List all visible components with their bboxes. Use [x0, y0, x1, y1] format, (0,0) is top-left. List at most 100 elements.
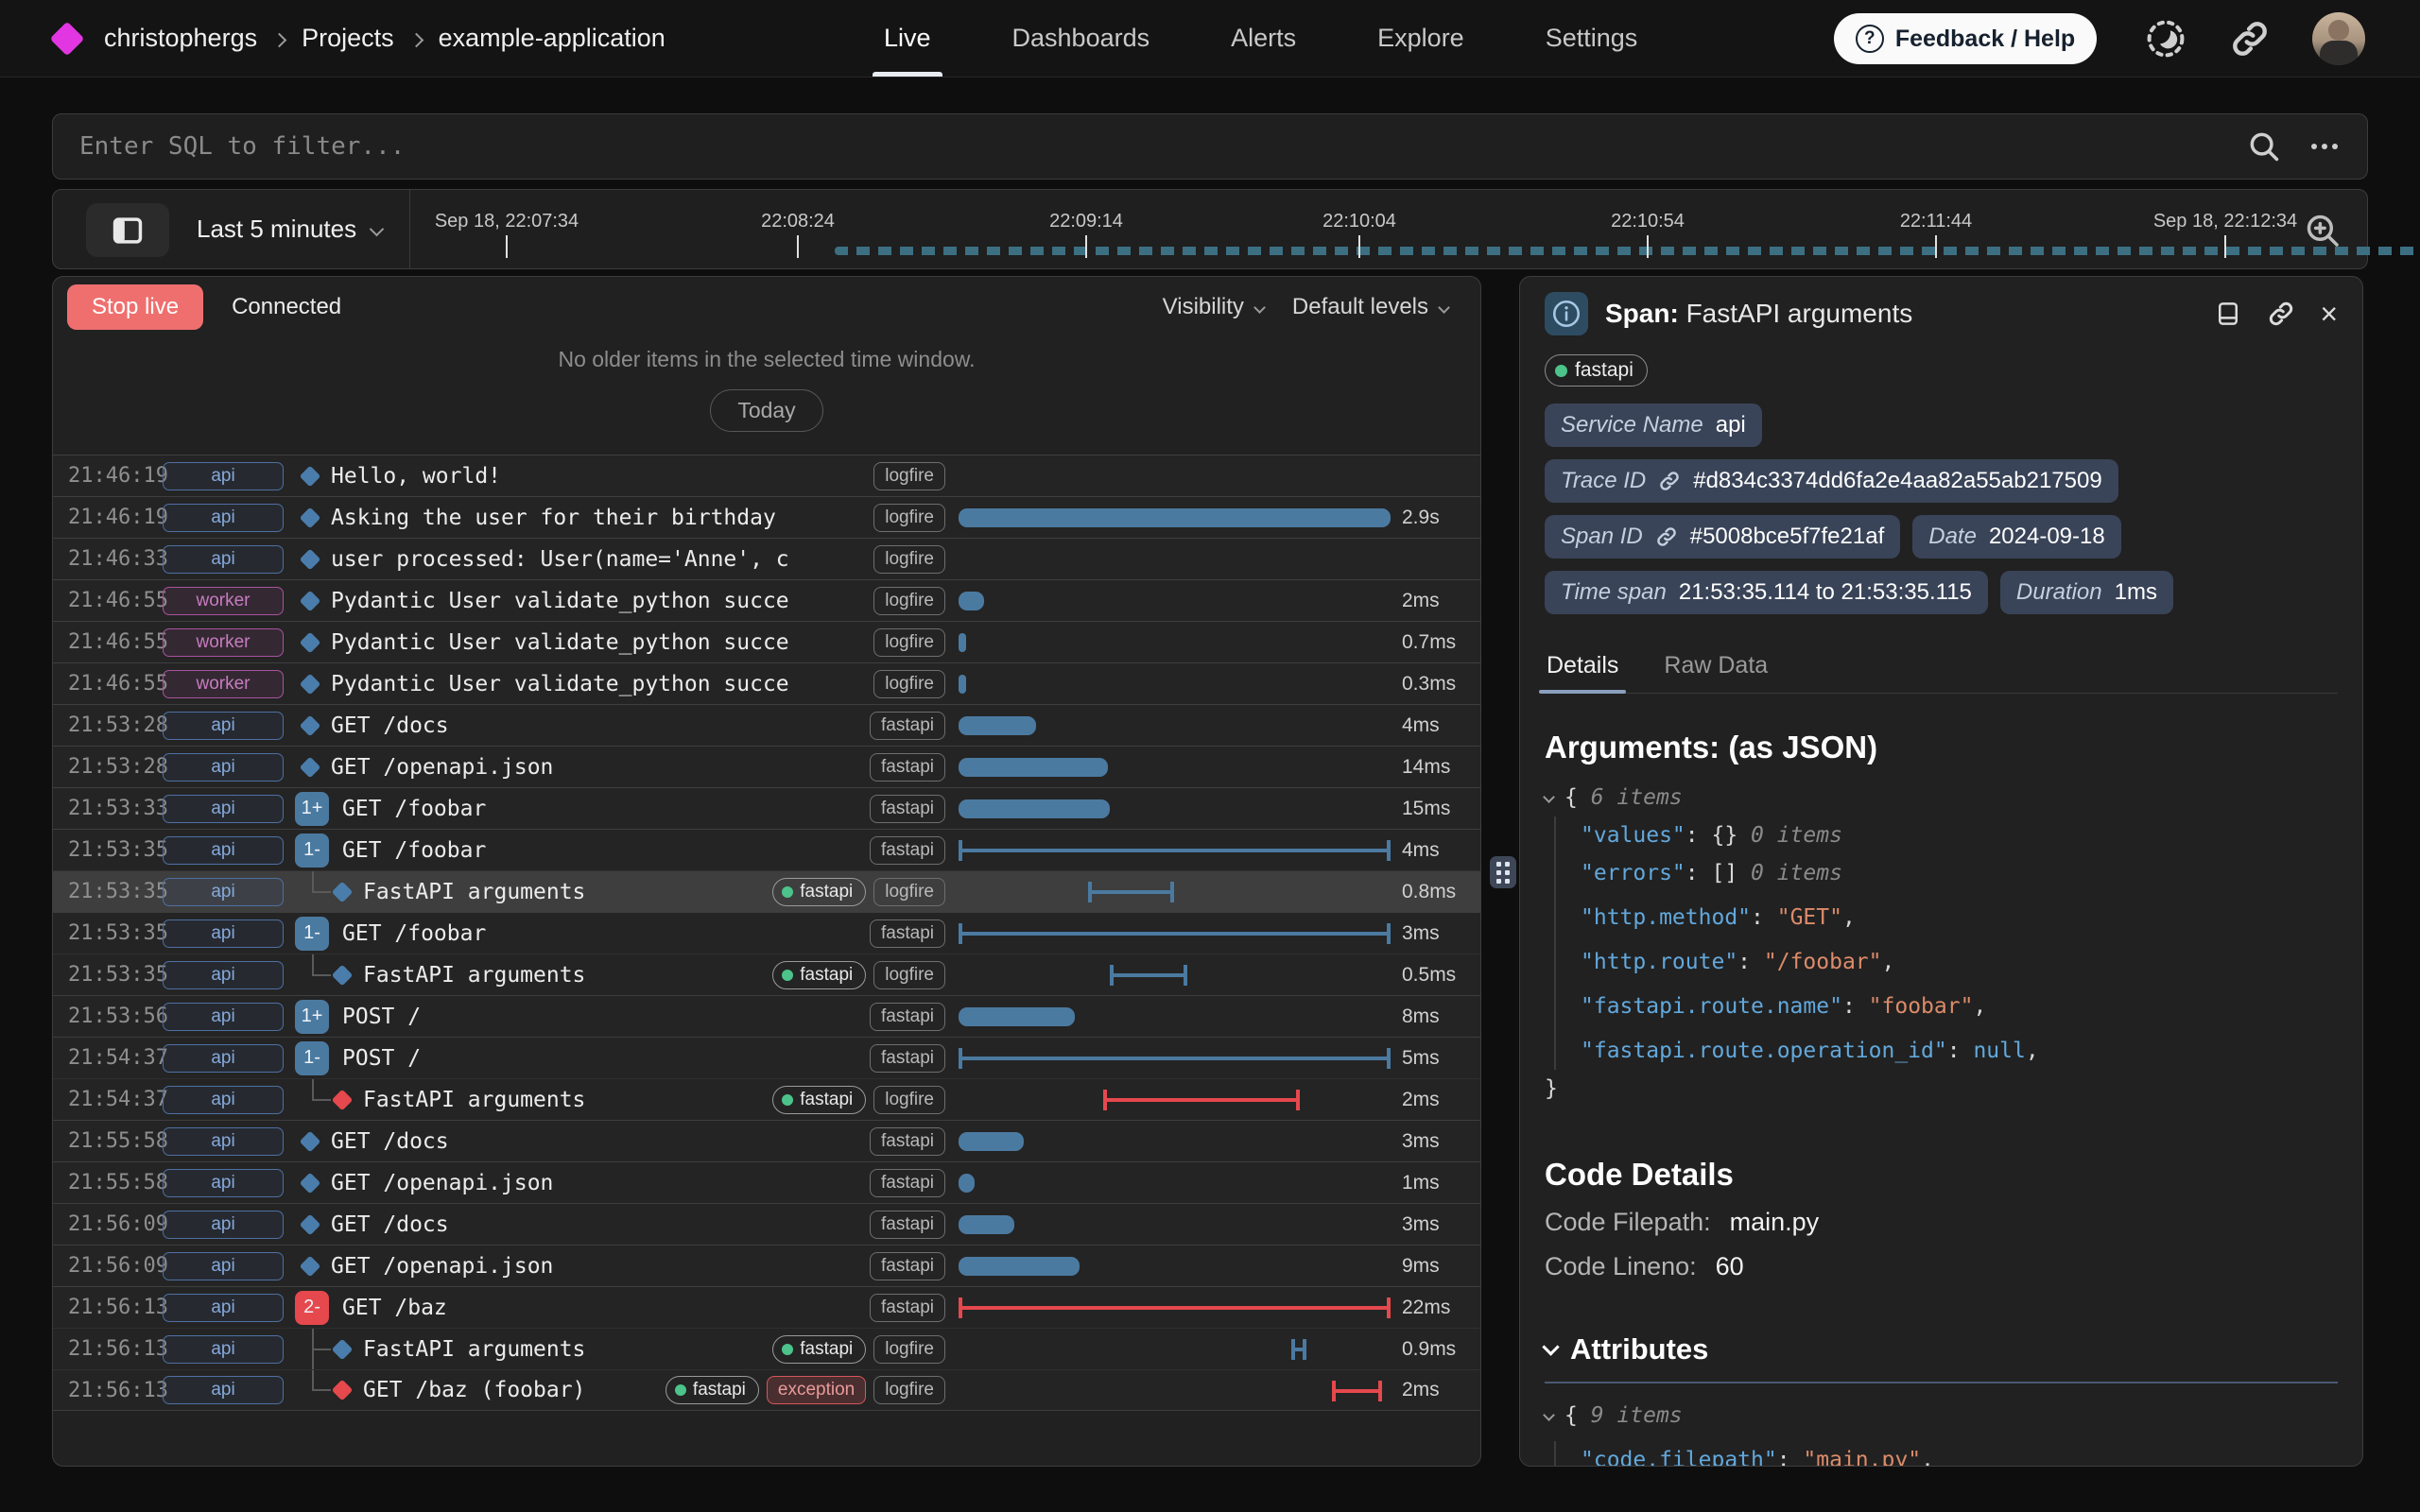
tag-badge-api[interactable]: api — [163, 1127, 284, 1156]
tag-badge-api[interactable]: api — [163, 795, 284, 823]
scope-badge-logfire[interactable]: logfire — [873, 628, 945, 657]
tag-badge-api[interactable]: api — [163, 1211, 284, 1239]
scope-badge-fastapi[interactable]: fastapi — [870, 753, 945, 782]
tab-live[interactable]: Live — [884, 0, 931, 77]
trace-row[interactable]: 21:56:13apiGET /baz (foobar)fastapiexcep… — [53, 1369, 1480, 1411]
expand-toggle[interactable]: 1- — [295, 833, 329, 868]
theme-toggle-icon[interactable] — [2145, 18, 2187, 60]
scope-badge-logfire[interactable]: logfire — [873, 878, 945, 906]
tag-badge-api[interactable]: api — [163, 1376, 284, 1404]
scope-badge-fastapi[interactable]: fastapi — [870, 1127, 945, 1156]
trace-row[interactable]: 21:56:09apiGET /docsfastapi3ms — [53, 1203, 1480, 1245]
sidebar-toggle-button[interactable] — [86, 203, 169, 257]
tab-alerts[interactable]: Alerts — [1231, 0, 1296, 77]
scope-badge-logfire[interactable]: logfire — [873, 1376, 945, 1404]
breadcrumb-org[interactable]: christophergs — [104, 24, 257, 53]
scope-badge-logfire[interactable]: logfire — [873, 961, 945, 989]
trace-row[interactable]: 21:46:55workerPydantic User validate_pyt… — [53, 579, 1480, 621]
detail-tab-raw-data[interactable]: Raw Data — [1662, 643, 1770, 693]
scope-badge-logfire[interactable]: logfire — [873, 1335, 945, 1364]
trace-row[interactable]: 21:53:28apiGET /openapi.jsonfastapi14ms — [53, 746, 1480, 787]
tag-badge-api[interactable]: api — [163, 919, 284, 948]
expand-toggle[interactable]: 1- — [295, 917, 329, 951]
tag-badge-api[interactable]: api — [163, 1169, 284, 1197]
scope-badge-fastapi[interactable]: fastapi — [772, 878, 866, 906]
breadcrumb-projects[interactable]: Projects — [302, 24, 394, 53]
fastapi-tag-badge[interactable]: fastapi — [1545, 354, 1648, 387]
scope-badge-fastapi[interactable]: fastapi — [772, 1335, 866, 1364]
scope-badge-fastapi[interactable]: fastapi — [870, 1252, 945, 1280]
default-levels-dropdown[interactable]: Default levels — [1292, 294, 1448, 320]
trace-row[interactable]: 21:54:37api1-POST /fastapi5ms — [53, 1037, 1480, 1078]
collapse-caret-icon[interactable] — [1543, 791, 1555, 803]
tag-badge-worker[interactable]: worker — [163, 587, 284, 615]
trace-row[interactable]: 21:46:55workerPydantic User validate_pyt… — [53, 621, 1480, 662]
tab-explore[interactable]: Explore — [1377, 0, 1464, 77]
scope-badge-fastapi[interactable]: fastapi — [870, 836, 945, 865]
trace-row[interactable]: 21:46:19apiAsking the user for their bir… — [53, 496, 1480, 538]
scope-badge-logfire[interactable]: logfire — [873, 587, 945, 615]
tag-badge-api[interactable]: api — [163, 961, 284, 989]
tag-badge-api[interactable]: api — [163, 836, 284, 865]
metadata-chip-trace-id[interactable]: Trace ID#d834c3374dd6fa2e4aa82a55ab21750… — [1545, 459, 2118, 503]
expand-toggle[interactable]: 1+ — [295, 792, 329, 826]
trace-row[interactable]: 21:56:13apiFastAPI argumentsfastapilogfi… — [53, 1328, 1480, 1369]
search-icon[interactable] — [2246, 129, 2282, 164]
tag-badge-api[interactable]: api — [163, 504, 284, 532]
tag-badge-worker[interactable]: worker — [163, 628, 284, 657]
visibility-dropdown[interactable]: Visibility — [1163, 294, 1264, 320]
metadata-chip-span-id[interactable]: Span ID#5008bce5f7fe21af — [1545, 515, 1900, 558]
tag-badge-api[interactable]: api — [163, 1086, 284, 1114]
tab-settings[interactable]: Settings — [1546, 0, 1638, 77]
trace-row[interactable]: 21:53:28apiGET /docsfastapi4ms — [53, 704, 1480, 746]
trace-row[interactable]: 21:56:13api2-GET /bazfastapi22ms — [53, 1286, 1480, 1328]
scope-badge-logfire[interactable]: logfire — [873, 504, 945, 532]
scope-badge-fastapi[interactable]: fastapi — [870, 795, 945, 823]
trace-row[interactable]: 21:53:33api1+GET /foobarfastapi15ms — [53, 787, 1480, 829]
timeline-track[interactable]: Sep 18, 22:07:3422:08:2422:09:1422:10:04… — [409, 190, 2291, 268]
trace-row[interactable]: 21:53:35apiFastAPI argumentsfastapilogfi… — [53, 954, 1480, 995]
collapse-caret-icon[interactable] — [1543, 1409, 1555, 1421]
share-link-icon[interactable] — [2229, 18, 2271, 60]
zoom-in-icon[interactable] — [2303, 211, 2342, 250]
tag-badge-api[interactable]: api — [163, 878, 284, 906]
scope-badge-fastapi[interactable]: fastapi — [772, 961, 866, 989]
scope-badge-fastapi[interactable]: fastapi — [772, 1086, 866, 1114]
scope-badge-fastapi[interactable]: fastapi — [870, 712, 945, 740]
tag-badge-api[interactable]: api — [163, 1294, 284, 1322]
scope-badge-logfire[interactable]: logfire — [873, 545, 945, 574]
today-button[interactable]: Today — [710, 389, 822, 432]
trace-row[interactable]: 21:46:55workerPydantic User validate_pyt… — [53, 662, 1480, 704]
trace-row[interactable]: 21:53:35api1-GET /foobarfastapi4ms — [53, 829, 1480, 870]
scope-badge-fastapi[interactable]: fastapi — [666, 1376, 759, 1404]
scope-badge-fastapi[interactable]: fastapi — [870, 1003, 945, 1031]
sql-filter-input[interactable] — [53, 132, 2246, 161]
user-avatar[interactable] — [2312, 12, 2365, 65]
trace-row[interactable]: 21:53:56api1+POST /fastapi8ms — [53, 995, 1480, 1037]
trace-row[interactable]: 21:46:33apiuser processed: User(name='An… — [53, 538, 1480, 579]
trace-row[interactable]: 21:55:58apiGET /docsfastapi3ms — [53, 1120, 1480, 1161]
tag-badge-api[interactable]: api — [163, 1335, 284, 1364]
exception-badge[interactable]: exception — [767, 1376, 866, 1404]
scope-badge-logfire[interactable]: logfire — [873, 1086, 945, 1114]
scope-badge-logfire[interactable]: logfire — [873, 462, 945, 490]
trace-row[interactable]: 21:53:35apiFastAPI argumentsfastapilogfi… — [53, 870, 1480, 912]
time-range-dropdown[interactable]: Last 5 minutes — [197, 190, 382, 268]
feedback-help-button[interactable]: ? Feedback / Help — [1834, 13, 2097, 64]
scope-badge-logfire[interactable]: logfire — [873, 670, 945, 698]
scope-badge-fastapi[interactable]: fastapi — [870, 1294, 945, 1322]
close-icon[interactable]: × — [2320, 300, 2338, 328]
scope-badge-fastapi[interactable]: fastapi — [870, 1169, 945, 1197]
tag-badge-api[interactable]: api — [163, 1003, 284, 1031]
scope-badge-fastapi[interactable]: fastapi — [870, 919, 945, 948]
tag-badge-api[interactable]: api — [163, 1252, 284, 1280]
logfire-logo-icon[interactable] — [50, 21, 85, 56]
copy-link-icon[interactable] — [2267, 300, 2295, 328]
trace-row[interactable]: 21:56:09apiGET /openapi.jsonfastapi9ms — [53, 1245, 1480, 1286]
scope-badge-fastapi[interactable]: fastapi — [870, 1211, 945, 1239]
attributes-section-toggle[interactable]: Attributes — [1545, 1332, 2338, 1366]
trace-row[interactable]: 21:54:37apiFastAPI argumentsfastapilogfi… — [53, 1078, 1480, 1120]
trace-row[interactable]: 21:55:58apiGET /openapi.jsonfastapi1ms — [53, 1161, 1480, 1203]
more-options-icon[interactable] — [2307, 129, 2342, 164]
stop-live-button[interactable]: Stop live — [67, 284, 203, 330]
